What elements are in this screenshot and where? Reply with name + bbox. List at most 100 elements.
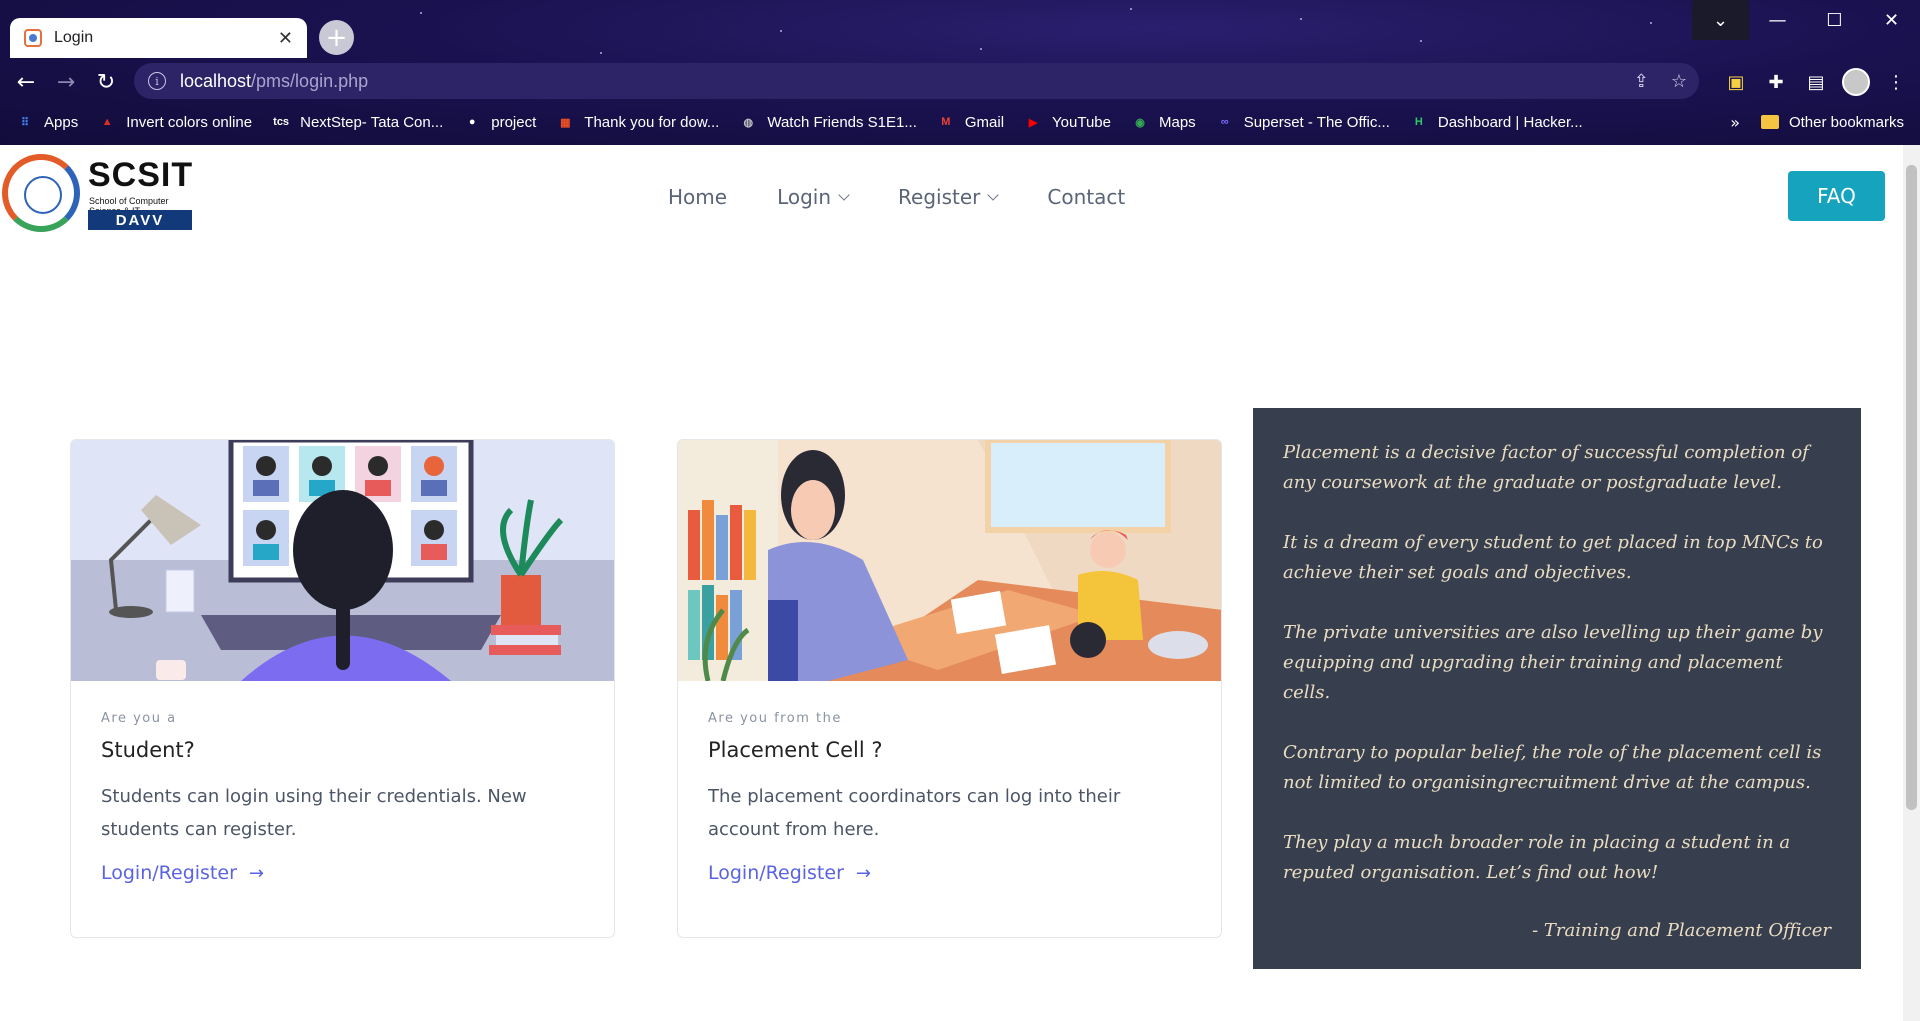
site-favicon-icon	[24, 29, 42, 47]
bookmark-label: Invert colors online	[126, 113, 253, 131]
new-tab-button[interactable]: +	[319, 20, 354, 55]
logo-name: SCSIT	[88, 156, 194, 194]
main-nav: Home Login Register Contact	[668, 185, 1125, 209]
maps-pin-icon: ◉	[1135, 116, 1145, 129]
bookmark-item[interactable]: ● project	[463, 113, 536, 131]
bookmark-label: YouTube	[1052, 113, 1111, 131]
url-text[interactable]: localhost/pms/login.php	[180, 71, 368, 92]
scrollbar-thumb[interactable]	[1906, 165, 1917, 810]
nav-home[interactable]: Home	[668, 185, 727, 209]
student-card: Are you a Student? Students can login us…	[70, 439, 615, 938]
microsoft-icon: ▦	[560, 116, 571, 129]
bookmark-item[interactable]: ▶ YouTube	[1024, 113, 1111, 131]
address-bar[interactable]: i localhost/pms/login.php ⇪ ☆	[134, 63, 1699, 99]
forward-arrow-icon[interactable]: →	[46, 62, 86, 102]
extensions-area: ▣ ✚ ▤ ⋮	[1716, 60, 1916, 104]
bookmark-item[interactable]: ◍ Watch Friends S1E1...	[739, 113, 917, 131]
placement-quote-panel: Placement is a decisive factor of succes…	[1253, 408, 1861, 969]
card-description: The placement coordinators can log into …	[708, 786, 1121, 840]
page: SCSIT School of Computer Science & IT DA…	[0, 145, 1903, 1021]
bookmark-item[interactable]: ▦ Thank you for dow...	[556, 113, 719, 131]
tab-search-chevron-icon[interactable]: ⌄	[1692, 0, 1749, 40]
arrow-right-icon: →	[855, 862, 871, 884]
bookmark-label: Thank you for dow...	[584, 113, 720, 131]
nav-contact[interactable]: Contact	[1047, 185, 1125, 209]
bookmark-item[interactable]: M Gmail	[937, 113, 1004, 131]
bookmark-label: Gmail	[964, 113, 1005, 131]
site-info-icon[interactable]: i	[148, 72, 166, 90]
puzzle-icon[interactable]: ✚	[1756, 72, 1796, 93]
bookmark-label: Watch Friends S1E1...	[767, 113, 917, 131]
tab-close-icon[interactable]: ✕	[278, 28, 293, 49]
quote-signature: - Training and Placement Officer	[1532, 920, 1831, 941]
hackerrank-icon: H	[1414, 116, 1423, 128]
superset-icon: ∞	[1220, 116, 1229, 128]
bookmark-label: NextStep- Tata Con...	[300, 113, 444, 131]
page-scrollbar[interactable]	[1903, 145, 1920, 1021]
other-bookmarks[interactable]: Other bookmarks	[1760, 108, 1904, 136]
placement-illustration	[678, 440, 1221, 681]
other-bookmarks-label: Other bookmarks	[1788, 113, 1904, 131]
back-arrow-icon[interactable]: ←	[6, 62, 46, 102]
chevron-down-icon	[987, 188, 1000, 201]
share-icon[interactable]: ⇪	[1634, 71, 1649, 92]
chevron-down-icon	[838, 188, 850, 201]
reload-icon[interactable]: ↻	[86, 62, 126, 102]
arrow-right-icon: →	[248, 862, 264, 884]
bookmark-item[interactable]: tcs NextStep- Tata Con...	[272, 113, 443, 131]
bookmark-label: project	[491, 113, 537, 131]
link-label: Login/Register	[708, 862, 844, 884]
card-kicker: Are you a	[101, 711, 177, 726]
link-label: Login/Register	[101, 862, 237, 884]
nav-home-label: Home	[668, 185, 728, 209]
bookmark-item[interactable]: ⠿ Apps	[16, 113, 78, 131]
kebab-menu-icon[interactable]: ⋮	[1876, 72, 1916, 93]
quote-paragraph: It is a dream of every student to get pl…	[1283, 532, 1823, 583]
bookmark-label: Maps	[1159, 113, 1196, 131]
extension-icon[interactable]: ▣	[1716, 72, 1756, 93]
github-icon: ●	[468, 116, 476, 128]
student-illustration	[71, 440, 614, 681]
minimize-icon[interactable]: —	[1749, 0, 1806, 40]
card-description: Students can login using their credentia…	[101, 786, 527, 840]
student-login-register-link[interactable]: Login/Register →	[101, 862, 264, 884]
nav-register-dropdown[interactable]: Register	[898, 185, 1000, 209]
bookmark-star-icon[interactable]: ☆	[1671, 71, 1687, 92]
bookmarks-bar: ⠿ Apps ▲ Invert colors online tcs NextStep- T…	[0, 108, 1920, 136]
faq-button[interactable]: FAQ	[1788, 171, 1885, 221]
bookmark-item[interactable]: ▲ Invert colors online	[98, 113, 252, 131]
bookmark-item[interactable]: ∞ Superset - The Offic...	[1216, 113, 1390, 131]
quote-paragraph: Placement is a decisive factor of succes…	[1283, 442, 1809, 493]
bookmark-item[interactable]: ◉ Maps	[1131, 113, 1196, 131]
tab-title: Login	[54, 29, 94, 46]
university-seal-icon	[2, 154, 80, 232]
bookmark-label: Superset - The Offic...	[1243, 113, 1390, 131]
card-kicker: Are you from the	[708, 711, 842, 726]
profile-avatar[interactable]	[1836, 68, 1876, 96]
nav-contact-label: Contact	[1047, 185, 1126, 209]
logo-badge: DAVV	[88, 210, 192, 230]
side-panel-icon[interactable]: ▤	[1796, 72, 1836, 93]
youtube-icon: ▶	[1028, 116, 1038, 129]
window-close-icon[interactable]: ✕	[1863, 0, 1920, 40]
nav-register-label: Register	[898, 185, 981, 209]
quote-paragraph: Contrary to popular belief, the role of …	[1283, 742, 1822, 793]
site-logo[interactable]: SCSIT School of Computer Science & IT DA…	[0, 150, 195, 232]
quote-paragraph: The private universities are also levell…	[1283, 622, 1823, 703]
apps-grid-icon: ⠿	[20, 116, 30, 129]
browser-toolbar: ← → ↻ i localhost/pms/login.php ⇪ ☆ ▣ ✚ …	[0, 60, 1920, 104]
nav-login-dropdown[interactable]: Login	[777, 185, 850, 209]
folder-icon	[1760, 115, 1779, 129]
browser-tab-login[interactable]: Login ✕	[10, 18, 307, 58]
window-controls: ⌄ — ☐ ✕	[1692, 0, 1920, 40]
tcs-icon: tcs	[273, 116, 290, 128]
quote-paragraph: They play a much broader role in placing…	[1283, 832, 1791, 883]
browser-chrome: Login ✕ + ⌄ — ☐ ✕ ← → ↻ i localhost/pms/…	[0, 0, 1920, 145]
maximize-icon[interactable]: ☐	[1806, 0, 1863, 40]
nav-login-label: Login	[777, 185, 832, 209]
bookmark-item[interactable]: H Dashboard | Hacker...	[1410, 113, 1583, 131]
card-title: Placement Cell ?	[708, 738, 883, 762]
placement-login-register-link[interactable]: Login/Register →	[708, 862, 871, 884]
bookmark-label: Dashboard | Hacker...	[1437, 113, 1583, 131]
more-bookmarks-chevron-icon[interactable]: »	[1730, 108, 1740, 136]
